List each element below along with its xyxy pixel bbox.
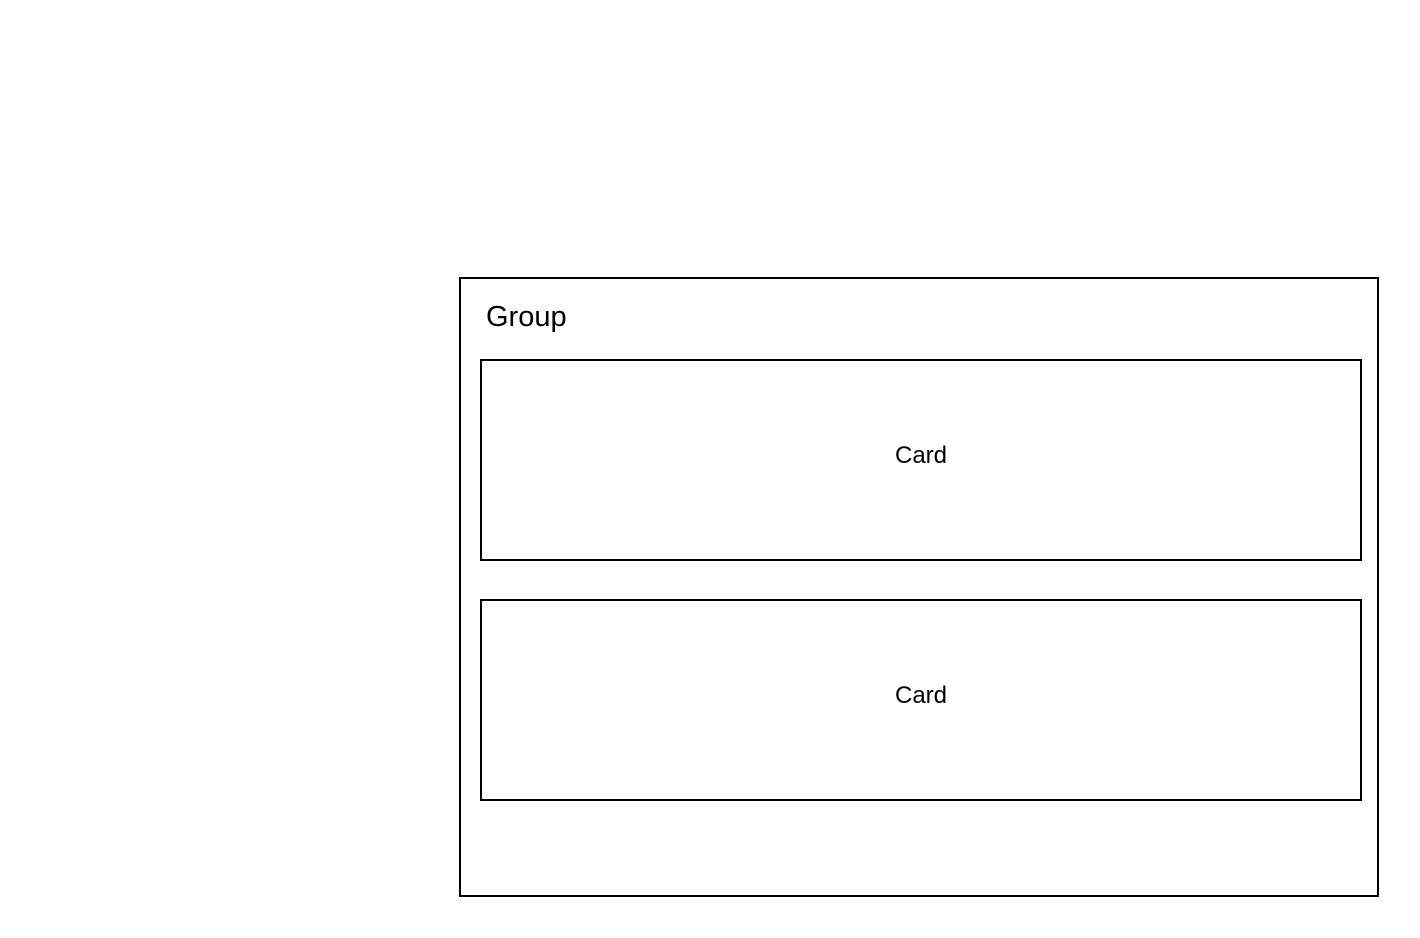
card-label: Card [894,682,948,709]
group-title: Group [486,301,567,333]
group-container: Group Card Card [459,277,1379,897]
card-label: Card [894,442,948,469]
card[interactable]: Card [480,359,1362,561]
card[interactable]: Card [480,599,1362,801]
